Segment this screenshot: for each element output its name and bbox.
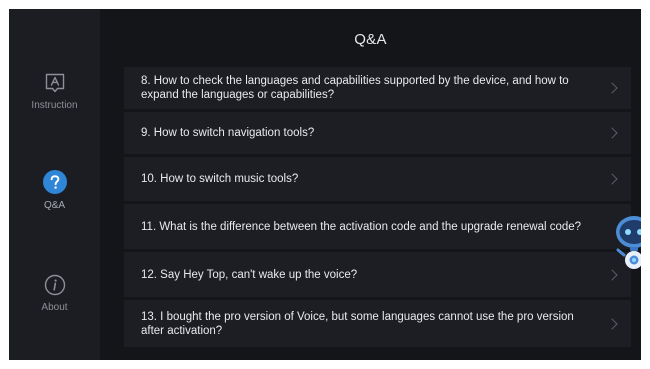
sidebar: Instruction Q&A About: [9, 9, 100, 360]
question-item-8[interactable]: 8. How to check the languages and capabi…: [124, 67, 631, 109]
sidebar-item-label: Instruction: [31, 100, 78, 111]
chevron-right-icon: [606, 173, 618, 185]
instruction-icon: [44, 72, 66, 94]
page-title: Q&A: [354, 31, 387, 48]
question-item-11[interactable]: 11. What is the difference between the a…: [124, 204, 631, 249]
sidebar-item-about[interactable]: About: [9, 274, 100, 313]
question-text: 10. How to switch music tools?: [141, 173, 299, 185]
question-text: 12. Say Hey Top, can't wake up the voice…: [141, 268, 358, 281]
question-text: 11. What is the difference between the a…: [141, 220, 582, 233]
main-content: Q&A 8. How to check the languages and ca…: [100, 9, 641, 360]
chevron-right-icon: [606, 317, 618, 330]
question-item-9[interactable]: 9. How to switch navigation tools?: [124, 112, 631, 154]
info-icon: [44, 274, 66, 296]
chevron-right-icon: [606, 127, 618, 139]
sidebar-item-qa[interactable]: Q&A: [9, 170, 100, 211]
question-list: 8. How to check the languages and capabi…: [124, 67, 631, 350]
question-mark-icon: [42, 170, 67, 194]
chevron-right-icon: [606, 82, 618, 94]
sidebar-item-label: Q&A: [43, 200, 66, 211]
sidebar-item-label: About: [41, 302, 68, 313]
question-text: 13. I bought the pro version of Voice, b…: [141, 310, 574, 337]
robot-assistant-icon[interactable]: [615, 214, 641, 279]
question-text: 8. How to check the languages and capabi…: [141, 75, 569, 101]
question-item-13[interactable]: 13. I bought the pro version of Voice, b…: [124, 300, 631, 347]
sidebar-item-instruction[interactable]: Instruction: [9, 72, 100, 111]
app-screen: Instruction Q&A About Q&A 8. How to chec…: [9, 9, 641, 360]
question-item-12[interactable]: 12. Say Hey Top, can't wake up the voice…: [124, 252, 631, 297]
question-text: 9. How to switch navigation tools?: [141, 127, 315, 139]
question-item-10[interactable]: 10. How to switch music tools?: [124, 157, 631, 201]
